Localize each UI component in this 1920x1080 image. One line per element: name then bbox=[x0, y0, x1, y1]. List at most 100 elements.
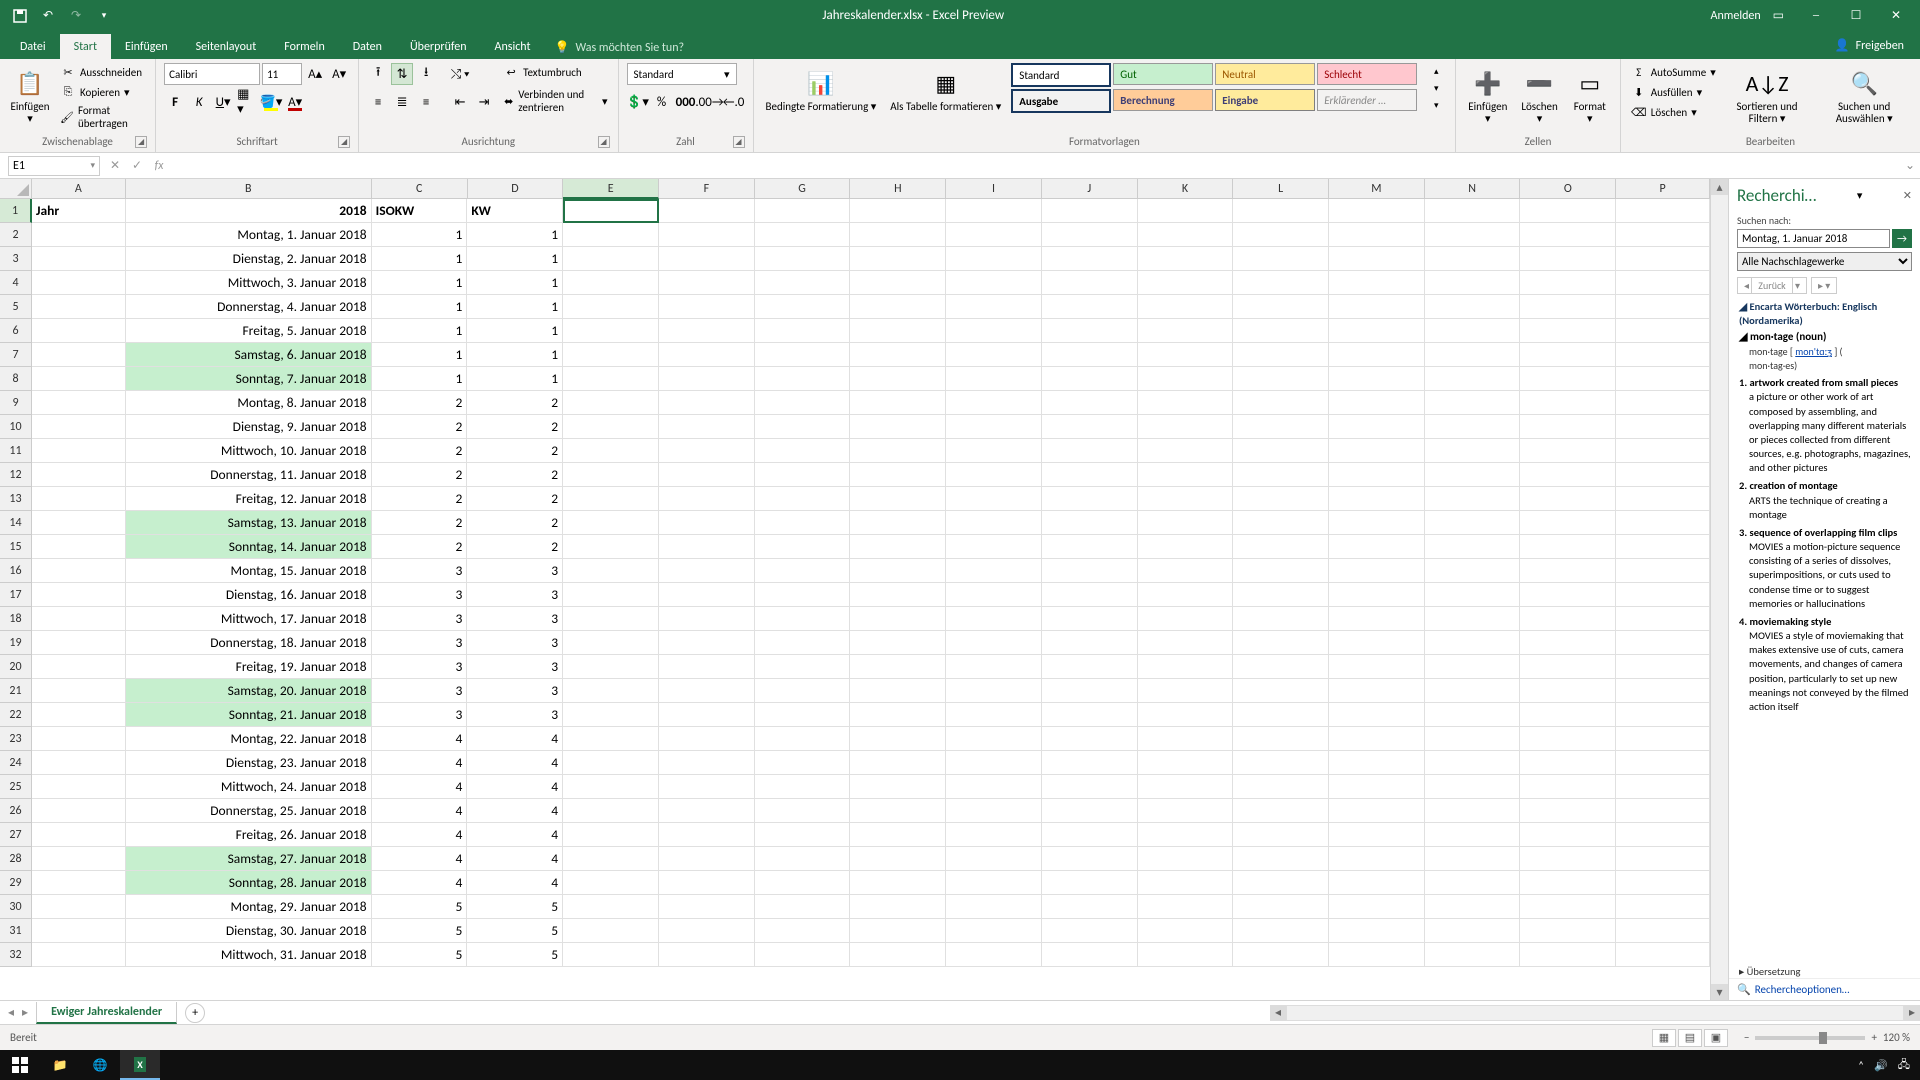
cell[interactable] bbox=[946, 415, 1042, 439]
cell[interactable] bbox=[659, 895, 755, 919]
sheet-nav-first[interactable]: ◂ bbox=[8, 1005, 14, 1020]
cell[interactable] bbox=[755, 439, 851, 463]
cell[interactable] bbox=[755, 511, 851, 535]
tab-start[interactable]: Start bbox=[60, 34, 111, 59]
cell[interactable]: 3 bbox=[467, 679, 563, 703]
column-header-G[interactable]: G bbox=[755, 179, 851, 199]
research-forward-button[interactable]: ▸ ▾ bbox=[1811, 277, 1837, 294]
cell[interactable] bbox=[1042, 799, 1138, 823]
cell[interactable] bbox=[659, 319, 755, 343]
cell[interactable] bbox=[946, 199, 1042, 223]
fx-icon[interactable]: fx bbox=[148, 156, 170, 176]
cell[interactable] bbox=[1042, 751, 1138, 775]
orientation-button[interactable]: ⤭ ▾ bbox=[449, 63, 471, 85]
cell[interactable] bbox=[1042, 607, 1138, 631]
cell[interactable] bbox=[1042, 367, 1138, 391]
tab-einfuegen[interactable]: Einfügen bbox=[111, 34, 182, 59]
cell[interactable]: 2 bbox=[372, 487, 468, 511]
cell[interactable] bbox=[32, 367, 126, 391]
tab-formeln[interactable]: Formeln bbox=[270, 34, 338, 59]
cell[interactable] bbox=[1329, 439, 1425, 463]
cell[interactable] bbox=[850, 295, 946, 319]
cell[interactable] bbox=[946, 943, 1042, 967]
cell[interactable] bbox=[1616, 511, 1710, 535]
cell[interactable] bbox=[850, 319, 946, 343]
formula-input[interactable] bbox=[170, 156, 1900, 176]
cell[interactable] bbox=[1042, 727, 1138, 751]
cell[interactable] bbox=[1425, 535, 1521, 559]
cell[interactable]: Montag, 22. Januar 2018 bbox=[126, 727, 372, 751]
cell[interactable] bbox=[1329, 703, 1425, 727]
cell[interactable] bbox=[1520, 487, 1616, 511]
column-header-J[interactable]: J bbox=[1042, 179, 1138, 199]
cell[interactable]: 3 bbox=[372, 703, 468, 727]
cell[interactable] bbox=[1616, 535, 1710, 559]
font-size-select[interactable] bbox=[262, 63, 302, 85]
cell[interactable] bbox=[1520, 343, 1616, 367]
cell-style-berechnung[interactable]: Berechnung bbox=[1113, 89, 1213, 111]
cell[interactable] bbox=[1520, 271, 1616, 295]
cell[interactable] bbox=[1616, 463, 1710, 487]
row-header[interactable]: 8 bbox=[0, 367, 32, 391]
cell[interactable] bbox=[1616, 295, 1710, 319]
cell[interactable] bbox=[850, 895, 946, 919]
cell[interactable] bbox=[850, 199, 946, 223]
cell[interactable] bbox=[563, 775, 659, 799]
cell[interactable] bbox=[850, 919, 946, 943]
cell[interactable] bbox=[1520, 655, 1616, 679]
page-layout-view-button[interactable]: ▤ bbox=[1678, 1029, 1702, 1047]
cell[interactable] bbox=[659, 463, 755, 487]
cell[interactable] bbox=[946, 247, 1042, 271]
cell[interactable] bbox=[563, 847, 659, 871]
cell[interactable]: 5 bbox=[467, 919, 563, 943]
row-header[interactable]: 19 bbox=[0, 631, 32, 655]
row-header[interactable]: 3 bbox=[0, 247, 32, 271]
cell[interactable] bbox=[1233, 679, 1329, 703]
row-header[interactable]: 25 bbox=[0, 775, 32, 799]
start-button[interactable] bbox=[0, 1050, 40, 1080]
column-header-E[interactable]: E bbox=[563, 179, 659, 199]
cell[interactable] bbox=[1616, 751, 1710, 775]
cell[interactable]: 3 bbox=[467, 631, 563, 655]
cell[interactable]: Dienstag, 9. Januar 2018 bbox=[126, 415, 372, 439]
cell[interactable] bbox=[946, 655, 1042, 679]
cell[interactable] bbox=[1042, 871, 1138, 895]
cell[interactable]: 4 bbox=[372, 775, 468, 799]
cell[interactable]: Dienstag, 16. Januar 2018 bbox=[126, 583, 372, 607]
cell[interactable] bbox=[563, 823, 659, 847]
cell[interactable]: Samstag, 13. Januar 2018 bbox=[126, 511, 372, 535]
increase-decimal-button[interactable]: .00→ bbox=[699, 91, 721, 113]
page-break-view-button[interactable]: ▣ bbox=[1704, 1029, 1728, 1047]
cell[interactable]: 3 bbox=[467, 607, 563, 631]
cell[interactable] bbox=[1425, 943, 1521, 967]
cell[interactable] bbox=[1616, 679, 1710, 703]
cell[interactable] bbox=[1329, 391, 1425, 415]
cell[interactable] bbox=[32, 223, 126, 247]
cell[interactable]: Freitag, 26. Januar 2018 bbox=[126, 823, 372, 847]
cell[interactable]: Sonntag, 7. Januar 2018 bbox=[126, 367, 372, 391]
ribbon-display-options-icon[interactable]: ▭ bbox=[1773, 8, 1784, 23]
cell[interactable] bbox=[1042, 295, 1138, 319]
select-all-corner[interactable] bbox=[0, 179, 32, 199]
scroll-right-icon[interactable]: ▸ bbox=[1904, 1005, 1920, 1021]
cell[interactable] bbox=[1425, 391, 1521, 415]
spreadsheet-grid[interactable]: ABCDEFGHIJKLMNOP 12345678910111213141516… bbox=[0, 179, 1710, 1000]
cell[interactable] bbox=[755, 919, 851, 943]
cell[interactable]: Donnerstag, 25. Januar 2018 bbox=[126, 799, 372, 823]
cell[interactable] bbox=[1425, 463, 1521, 487]
horizontal-scrollbar[interactable]: ◂ ▸ bbox=[1270, 1005, 1920, 1021]
percent-button[interactable]: % bbox=[651, 91, 673, 113]
align-top-button[interactable]: ⭱ bbox=[367, 63, 389, 85]
cell[interactable] bbox=[1138, 631, 1234, 655]
cell[interactable] bbox=[1520, 703, 1616, 727]
cell[interactable] bbox=[850, 799, 946, 823]
conditional-formatting-button[interactable]: 📊 Bedingte Formatierung ▾ bbox=[762, 63, 881, 115]
cell[interactable] bbox=[850, 943, 946, 967]
cell[interactable] bbox=[1425, 487, 1521, 511]
cell[interactable] bbox=[32, 607, 126, 631]
cell[interactable]: Mittwoch, 10. Januar 2018 bbox=[126, 439, 372, 463]
cell[interactable] bbox=[1616, 871, 1710, 895]
cell[interactable] bbox=[850, 535, 946, 559]
cell[interactable] bbox=[1138, 271, 1234, 295]
cell[interactable] bbox=[563, 871, 659, 895]
